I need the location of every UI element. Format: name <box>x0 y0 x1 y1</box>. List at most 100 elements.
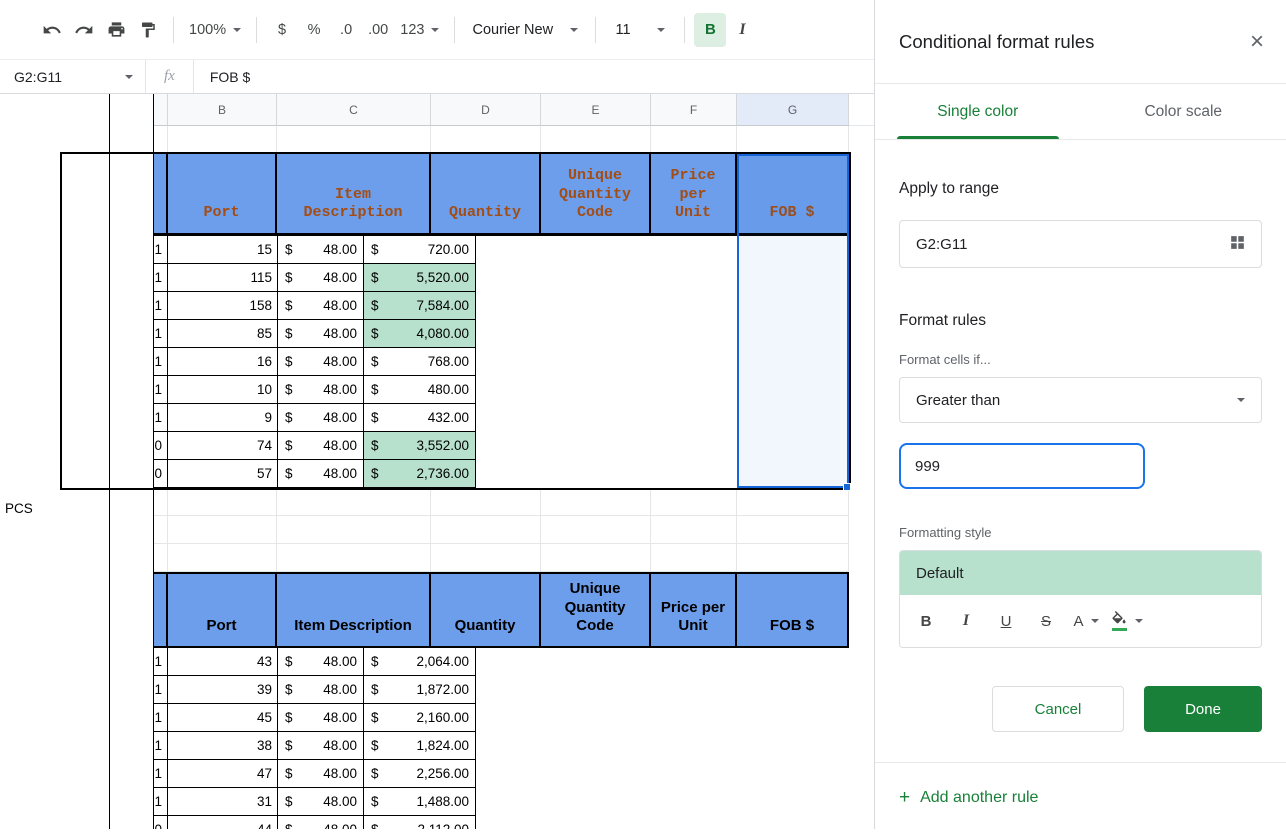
cell-G9[interactable]: $432.00 <box>364 404 476 432</box>
bold-button[interactable]: B <box>694 13 726 47</box>
name-box[interactable]: G2:G11 <box>0 60 145 93</box>
cell-G16[interactable]: $2,064.00 <box>364 648 476 676</box>
cell-F16[interactable]: $48.00 <box>278 648 364 676</box>
cell-F10[interactable]: $48.00 <box>278 432 364 460</box>
decrease-decimals-button[interactable]: .0 <box>330 13 362 47</box>
cancel-button[interactable]: Cancel <box>992 686 1124 732</box>
cell-G17[interactable]: $1,872.00 <box>364 676 476 704</box>
font-name-select[interactable]: Courier New <box>464 13 586 47</box>
increase-decimals-button[interactable]: .00 <box>362 13 394 47</box>
cell-G3[interactable]: $720.00 <box>364 236 476 264</box>
cell-D20[interactable]: 47 <box>168 760 278 788</box>
cell-G14[interactable] <box>737 544 849 572</box>
cell-F13[interactable] <box>651 516 737 544</box>
cell-C13[interactable] <box>277 516 431 544</box>
paint-format-button[interactable] <box>132 13 164 47</box>
cell-E1[interactable] <box>541 126 651 154</box>
cell-B13[interactable] <box>168 516 277 544</box>
cell-D11[interactable]: 57 <box>168 460 278 488</box>
cell-F14[interactable] <box>651 544 737 572</box>
cell-D19[interactable]: 38 <box>168 732 278 760</box>
cell-E14[interactable] <box>541 544 651 572</box>
cell-G10[interactable]: $3,552.00 <box>364 432 476 460</box>
cell-F12[interactable] <box>651 488 737 516</box>
cell-D15[interactable]: Quantity <box>431 572 541 648</box>
column-header-E[interactable]: E <box>541 94 651 126</box>
cell-D16[interactable]: 43 <box>168 648 278 676</box>
cell-D3[interactable]: 15 <box>168 236 278 264</box>
format-percent-button[interactable]: % <box>298 13 330 47</box>
cell-G12[interactable] <box>737 488 849 516</box>
cell-F7[interactable]: $48.00 <box>278 348 364 376</box>
cell-D2[interactable]: Quantity <box>431 154 541 236</box>
cell-D18[interactable]: 45 <box>168 704 278 732</box>
formula-input[interactable]: FOB $ <box>194 69 250 85</box>
cell-F11[interactable]: $48.00 <box>278 460 364 488</box>
style-strikethrough-button[interactable]: S <box>1030 604 1062 638</box>
cell-D21[interactable]: 31 <box>168 788 278 816</box>
cell-F15[interactable]: Price per Unit <box>651 572 737 648</box>
cell-G8[interactable]: $480.00 <box>364 376 476 404</box>
selection-fill-handle[interactable] <box>843 483 851 491</box>
fill-color-button[interactable] <box>1110 604 1143 638</box>
cell-E12[interactable] <box>541 488 651 516</box>
column-header-C[interactable]: C <box>277 94 431 126</box>
cell-C1[interactable] <box>277 126 431 154</box>
column-header-F[interactable]: F <box>651 94 737 126</box>
column-header-G[interactable]: G <box>737 94 849 126</box>
print-button[interactable] <box>100 13 132 47</box>
undo-button[interactable] <box>36 13 68 47</box>
cell-F17[interactable]: $48.00 <box>278 676 364 704</box>
cell-E22[interactable]: PCS <box>0 94 110 829</box>
column-header-B[interactable]: B <box>168 94 277 126</box>
add-rule-button[interactable]: + Add another rule <box>899 763 1262 833</box>
cell-G22[interactable]: $2,112.00 <box>364 816 476 829</box>
cell-D5[interactable]: 158 <box>168 292 278 320</box>
cell-D8[interactable]: 10 <box>168 376 278 404</box>
redo-button[interactable] <box>68 13 100 47</box>
cell-G5[interactable]: $7,584.00 <box>364 292 476 320</box>
more-formats-button[interactable]: 123 <box>394 13 445 47</box>
cell-F21[interactable]: $48.00 <box>278 788 364 816</box>
cell-E2[interactable]: Unique Quantity Code <box>541 154 651 236</box>
font-size-select[interactable]: 11 <box>605 13 675 47</box>
cell-F8[interactable]: $48.00 <box>278 376 364 404</box>
cell-F6[interactable]: $48.00 <box>278 320 364 348</box>
range-input[interactable]: G2:G11 <box>899 220 1262 268</box>
cell-F4[interactable]: $48.00 <box>278 264 364 292</box>
cell-B12[interactable] <box>168 488 277 516</box>
cell-F18[interactable]: $48.00 <box>278 704 364 732</box>
cell-G1[interactable] <box>737 126 849 154</box>
cell-B15[interactable]: Port <box>168 572 277 648</box>
cell-G20[interactable]: $2,256.00 <box>364 760 476 788</box>
cell-G6[interactable]: $4,080.00 <box>364 320 476 348</box>
cell-C15[interactable]: Item Description <box>277 572 431 648</box>
column-header-D[interactable]: D <box>431 94 541 126</box>
cell-G19[interactable]: $1,824.00 <box>364 732 476 760</box>
cell-B1[interactable] <box>168 126 277 154</box>
cell-D12[interactable] <box>431 488 541 516</box>
condition-dropdown[interactable]: Greater than <box>899 377 1262 423</box>
cell-E13[interactable] <box>541 516 651 544</box>
cell-B2[interactable]: Port <box>168 154 277 236</box>
style-italic-button[interactable]: I <box>950 604 982 638</box>
cell-D6[interactable]: 85 <box>168 320 278 348</box>
cell-F2[interactable]: Price per Unit <box>651 154 737 236</box>
cell-G2[interactable]: FOB $ <box>737 154 849 236</box>
cell-G18[interactable]: $2,160.00 <box>364 704 476 732</box>
cell-D10[interactable]: 74 <box>168 432 278 460</box>
cell-F20[interactable]: $48.00 <box>278 760 364 788</box>
text-color-button[interactable]: A <box>1070 604 1102 638</box>
cell-G13[interactable] <box>737 516 849 544</box>
style-bold-button[interactable]: B <box>910 604 942 638</box>
cell-D7[interactable]: 16 <box>168 348 278 376</box>
cell-D13[interactable] <box>431 516 541 544</box>
cell-D1[interactable] <box>431 126 541 154</box>
tab-single-color[interactable]: Single color <box>875 84 1081 139</box>
cell-C12[interactable] <box>277 488 431 516</box>
cell-D9[interactable]: 9 <box>168 404 278 432</box>
cell-F3[interactable]: $48.00 <box>278 236 364 264</box>
cell-D17[interactable]: 39 <box>168 676 278 704</box>
cell-G21[interactable]: $1,488.00 <box>364 788 476 816</box>
cell-D4[interactable]: 115 <box>168 264 278 292</box>
